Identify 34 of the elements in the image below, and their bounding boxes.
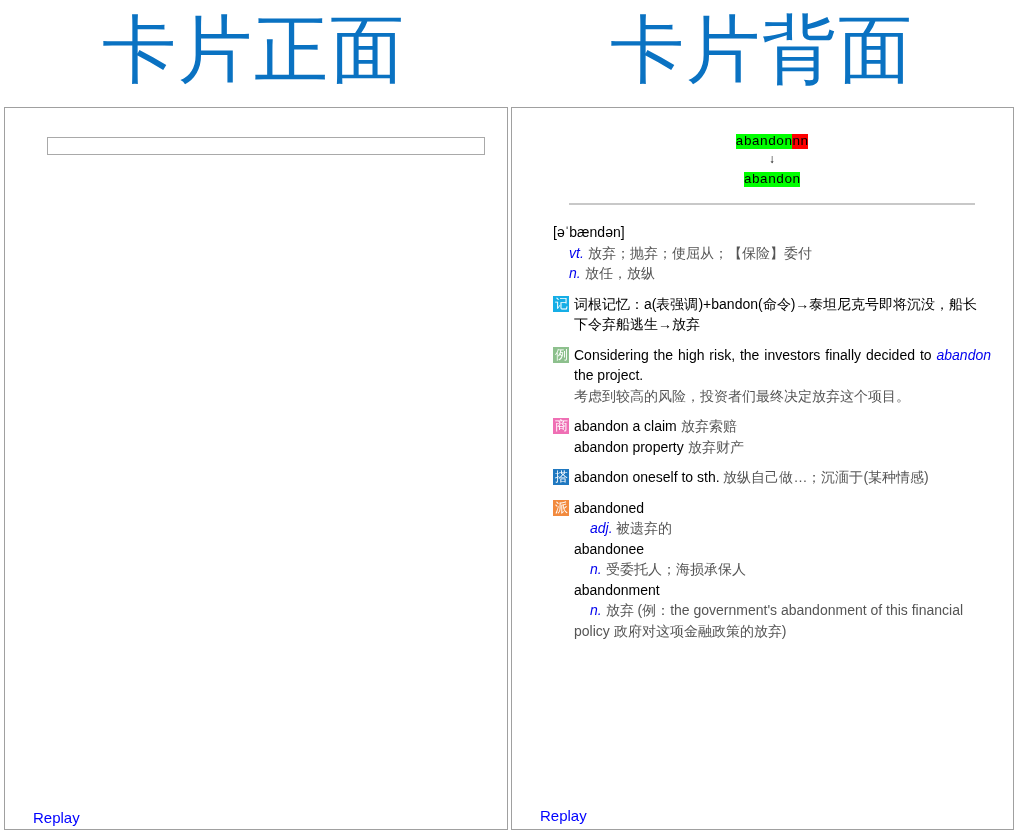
part-of-speech: vt. — [569, 244, 584, 261]
phonetic: [əˈbændən] — [553, 223, 626, 242]
memory-note: 词根记忆：a(表强调)+bandon(命令)→泰坦尼克号即将沉没，船长下令弃船逃生→放弃 — [574, 294, 979, 334]
phrase: abandon a claim — [574, 418, 677, 434]
sense-meaning: 放弃；抛弃；使屈从；【保险】委付 — [587, 244, 812, 261]
phrase-meaning: 放弃索赔 — [680, 418, 737, 434]
section-badge: 搭 — [553, 469, 569, 485]
replay-link[interactable]: Replay — [540, 805, 587, 826]
phrase: abandon oneself to sth. — [574, 469, 720, 485]
derived-sense: adj. 被遗弃的 — [589, 519, 674, 538]
correct-answer: abandon — [743, 172, 801, 187]
part-of-speech: n. — [569, 265, 581, 281]
section-badge: 派 — [553, 499, 569, 516]
panel-heading: 卡片背面 — [610, 12, 914, 87]
phrase-meaning: 放纵自己做…；沉湎于(某种情感) — [723, 469, 929, 485]
comparison-arrow: ↓ — [768, 152, 776, 169]
section-badge: 商 — [553, 418, 569, 434]
panel-heading: 卡片正面 — [102, 12, 406, 87]
derived-word: abandonee — [574, 539, 646, 559]
typed-segment: abandon — [735, 134, 793, 149]
derived-word: abandonment — [574, 580, 661, 600]
answer-input-field[interactable] — [47, 137, 485, 155]
section-badge: 例 — [553, 346, 569, 363]
phrase: abandon property — [574, 438, 684, 455]
derived-word: abandoned — [574, 498, 646, 518]
example-translation: 考虑到较高的风险，投资者们最终决定放弃这个项目。 — [574, 386, 911, 406]
typed-segment: nn — [792, 134, 809, 149]
section-badge: 记 — [553, 295, 569, 312]
replay-link[interactable]: Replay — [33, 809, 80, 826]
example-sentence: Considering the high risk, the investors finally decided to abandon the project. — [574, 345, 991, 385]
derived-sense: n. 受委托人；海损承保人 — [589, 560, 747, 579]
sense-meaning: 放任，放纵 — [584, 265, 655, 281]
derived-sense: n. 放弃 (例：the government's abandonment of this financial policy 政府对这项金融政策的放弃) — [574, 601, 965, 641]
phrase-meaning: 放弃财产 — [687, 438, 744, 455]
